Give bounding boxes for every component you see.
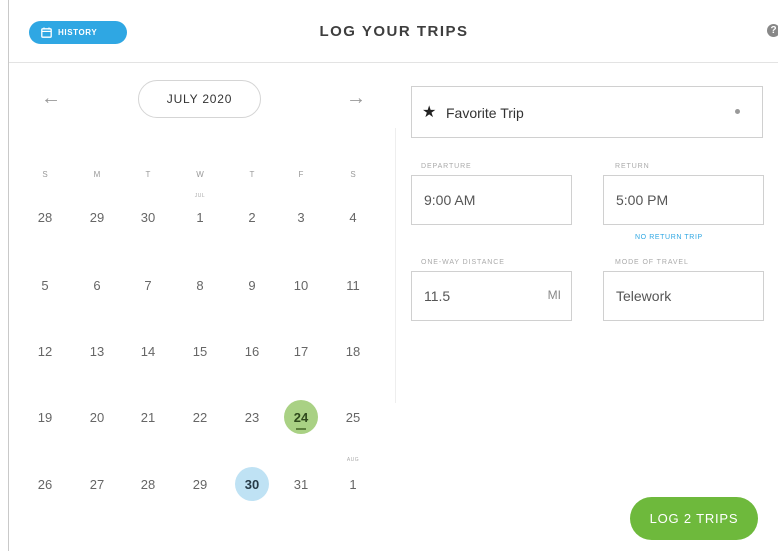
calendar-day[interactable]: 23 bbox=[235, 400, 269, 434]
weekday-friday: F bbox=[298, 170, 304, 179]
calendar-day[interactable]: 20 bbox=[80, 400, 114, 434]
return-field[interactable]: 5:00 PM bbox=[603, 175, 764, 225]
calendar-day[interactable]: 29 bbox=[183, 467, 217, 501]
weekday-sunday: S bbox=[42, 170, 48, 179]
calendar-day[interactable]: 17 bbox=[284, 334, 318, 368]
calendar-day[interactable]: 15 bbox=[183, 334, 217, 368]
logged-day-marker bbox=[296, 428, 306, 430]
calendar-day[interactable]: 6 bbox=[80, 268, 114, 302]
calendar-day[interactable]: 29 bbox=[80, 200, 114, 234]
calendar-day[interactable]: 21 bbox=[131, 400, 165, 434]
calendar-day[interactable]: 14 bbox=[131, 334, 165, 368]
calendar-day[interactable]: 1 bbox=[183, 200, 217, 234]
mode-of-travel-field[interactable]: Telework bbox=[603, 271, 764, 321]
calendar-day[interactable]: 22 bbox=[183, 400, 217, 434]
calendar-day[interactable]: 11 bbox=[336, 268, 370, 302]
no-return-trip-link[interactable]: NO RETURN TRIP bbox=[635, 234, 703, 241]
calendar-day[interactable]: 30 bbox=[131, 200, 165, 234]
favorite-trip-select[interactable]: ★ Favorite Trip bbox=[411, 86, 763, 138]
weekday-wednesday: W bbox=[196, 170, 204, 179]
departure-label: DEPARTURE bbox=[421, 163, 472, 170]
calendar-day[interactable]: 16 bbox=[235, 334, 269, 368]
trip-logger-panel: HISTORY LOG YOUR TRIPS ? ← JULY 2020 → S… bbox=[8, 0, 778, 551]
weekday-saturday: S bbox=[350, 170, 356, 179]
calendar-day[interactable]: 4 bbox=[336, 200, 370, 234]
month-selector[interactable]: JULY 2020 bbox=[138, 80, 261, 118]
departure-field[interactable]: 9:00 AM bbox=[411, 175, 572, 225]
calendar-day[interactable]: 28 bbox=[28, 200, 62, 234]
calendar-day[interactable]: 7 bbox=[131, 268, 165, 302]
return-label: RETURN bbox=[615, 163, 650, 170]
calendar-day[interactable]: 12 bbox=[28, 334, 62, 368]
header: HISTORY LOG YOUR TRIPS ? bbox=[9, 0, 778, 63]
calendar-day[interactable]: 8 bbox=[183, 268, 217, 302]
page-title: LOG YOUR TRIPS bbox=[319, 23, 469, 40]
calendar-day[interactable]: 2 bbox=[235, 200, 269, 234]
month-tag-jul: JUL bbox=[194, 193, 206, 199]
calendar-day[interactable]: 10 bbox=[284, 268, 318, 302]
mode-label: MODE OF TRAVEL bbox=[615, 259, 689, 266]
distance-label: ONE-WAY DISTANCE bbox=[421, 259, 505, 266]
weekday-monday: M bbox=[93, 170, 101, 179]
weekday-tuesday: T bbox=[145, 170, 151, 179]
calendar-day[interactable]: 1 bbox=[336, 467, 370, 501]
weekday-thursday: T bbox=[249, 170, 255, 179]
dropdown-indicator-icon bbox=[735, 109, 740, 114]
month-tag-aug: AUG bbox=[346, 457, 360, 463]
distance-field[interactable]: 11.5 MI bbox=[411, 271, 572, 321]
column-divider bbox=[395, 128, 396, 403]
calendar-day-selected[interactable]: 30 bbox=[235, 467, 269, 501]
calendar-day[interactable]: 26 bbox=[28, 467, 62, 501]
calendar-day[interactable]: 3 bbox=[284, 200, 318, 234]
calendar-day[interactable]: 25 bbox=[336, 400, 370, 434]
calendar-day[interactable]: 19 bbox=[28, 400, 62, 434]
star-icon: ★ bbox=[422, 104, 437, 121]
calendar-day[interactable]: 13 bbox=[80, 334, 114, 368]
help-icon[interactable]: ? bbox=[767, 24, 778, 37]
calendar-day[interactable]: 31 bbox=[284, 467, 318, 501]
distance-unit: MI bbox=[547, 288, 561, 302]
calendar-day[interactable]: 5 bbox=[28, 268, 62, 302]
distance-value: 11.5 bbox=[424, 288, 451, 304]
favorite-trip-label: Favorite Trip bbox=[446, 105, 524, 121]
prev-month-icon[interactable]: ← bbox=[41, 88, 61, 108]
calendar-day[interactable]: 9 bbox=[235, 268, 269, 302]
log-trips-button[interactable]: LOG 2 TRIPS bbox=[630, 497, 758, 540]
calendar-day[interactable]: 18 bbox=[336, 334, 370, 368]
next-month-icon[interactable]: → bbox=[346, 88, 366, 108]
calendar-day[interactable]: 27 bbox=[80, 467, 114, 501]
calendar-day[interactable]: 28 bbox=[131, 467, 165, 501]
